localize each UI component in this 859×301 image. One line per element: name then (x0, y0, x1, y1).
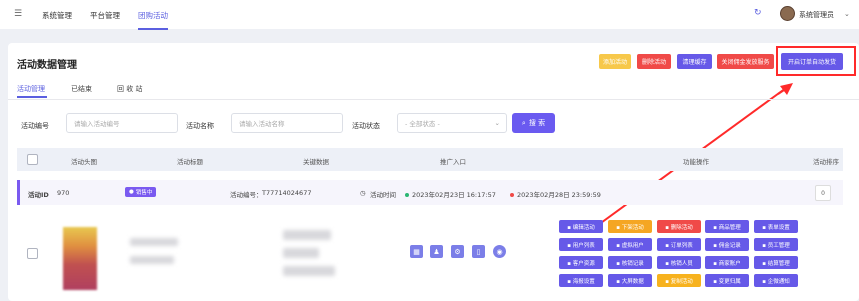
col-promotion: 推广入口 (440, 158, 466, 166)
key-data-blurred-2 (283, 248, 319, 258)
col-sort: 活动排序 (813, 158, 839, 166)
qrcode-icon[interactable]: ▦ (410, 245, 423, 258)
row-checkbox[interactable] (27, 248, 38, 259)
divider (8, 99, 859, 100)
action-button-1-4[interactable]: ▪ 员工管理 (754, 238, 798, 251)
tab-ended[interactable]: 已结束 (71, 84, 92, 94)
action-button-1-3[interactable]: ▪ 佣金记录 (705, 238, 749, 251)
tab-indicator (17, 96, 47, 98)
search-label: 搜 索 (528, 119, 546, 127)
action-button-3-4[interactable]: ▪ 企微通知 (754, 274, 798, 287)
action-button-2-0[interactable]: ▪ 客户资源 (559, 256, 603, 269)
action-button-2-1[interactable]: ▪ 核销记录 (608, 256, 652, 269)
tab-recycle-bin[interactable]: 回 收 站 (117, 84, 142, 94)
activity-name-label: 活动名称 (186, 122, 214, 130)
col-key-data: 关键数据 (303, 158, 329, 166)
clock-icon: ◷ (360, 189, 366, 197)
action-button-0-1[interactable]: ▪ 下架活动 (608, 220, 652, 233)
tab-activity-manage[interactable]: 活动管理 (17, 84, 45, 94)
chevron-down-icon: ⌄ (494, 119, 500, 127)
action-button-1-1[interactable]: ▪ 虚拟用户 (608, 238, 652, 251)
activity-title-blurred-2 (130, 256, 174, 264)
action-button-0-4[interactable]: ▪ 表单设置 (754, 220, 798, 233)
action-button-2-4[interactable]: ▪ 结算管理 (754, 256, 798, 269)
action-button-0-2[interactable]: ▪ 删除活动 (657, 220, 701, 233)
action-button-0-3[interactable]: ▪ 商品管理 (705, 220, 749, 233)
col-title: 活动标题 (177, 158, 203, 166)
activity-id-input[interactable]: 请输入活动编号 (66, 113, 178, 133)
col-actions: 功能操作 (683, 158, 709, 166)
end-time: 2023年02月28日 23:59:59 (510, 189, 601, 199)
table-header (17, 148, 843, 171)
action-button-1-0[interactable]: ▪ 用户列表 (559, 238, 603, 251)
activity-time-label: 活动时间 (370, 191, 396, 199)
mobile-icon[interactable]: ▯ (472, 245, 485, 258)
col-image: 活动头图 (71, 158, 97, 166)
activity-thumbnail (63, 227, 97, 290)
key-data-blurred (283, 230, 331, 240)
status-badge: ● 销售中 (125, 187, 157, 197)
key-data-blurred-3 (283, 266, 335, 276)
action-button-3-3[interactable]: ▪ 变更归属 (705, 274, 749, 287)
activity-code-label: 活动编号： (230, 191, 263, 199)
gear-icon[interactable]: ⚙ (451, 245, 464, 258)
action-button-3-1[interactable]: ▪ 大屏数据 (608, 274, 652, 287)
action-button-0-0[interactable]: ▪ 编辑活动 (559, 220, 603, 233)
sort-input[interactable]: 0 (815, 185, 831, 201)
action-button-2-3[interactable]: ▪ 商家账户 (705, 256, 749, 269)
action-button-3-2[interactable]: ▪ 复制活动 (657, 274, 701, 287)
user-icon[interactable]: ♟ (430, 245, 443, 258)
action-button-3-0[interactable]: ▪ 海报设置 (559, 274, 603, 287)
activity-status-label: 活动状态 (352, 122, 380, 130)
select-all-checkbox[interactable] (27, 154, 38, 165)
activity-id-label: 活动编号 (21, 122, 49, 130)
start-time: 2023年02月23日 16:17:57 (405, 189, 496, 199)
activity-id-label: 活动ID (28, 191, 49, 199)
action-button-2-2[interactable]: ▪ 核销人员 (657, 256, 701, 269)
activity-name-input[interactable]: 请输入活动名称 (231, 113, 343, 133)
status-select-value: - 全部状态 - (405, 120, 440, 128)
action-button-1-2[interactable]: ▪ 订单列表 (657, 238, 701, 251)
search-button[interactable]: ⌕ 搜 索 (512, 113, 555, 133)
activity-id-value: 970 (57, 189, 70, 197)
activity-status-select[interactable]: - 全部状态 - ⌄ (397, 113, 507, 133)
activity-title-blurred (130, 238, 178, 246)
activity-code-value: T77714024677 (262, 189, 312, 197)
circle-icon[interactable]: ◉ (493, 245, 506, 258)
search-icon: ⌕ (521, 118, 526, 127)
